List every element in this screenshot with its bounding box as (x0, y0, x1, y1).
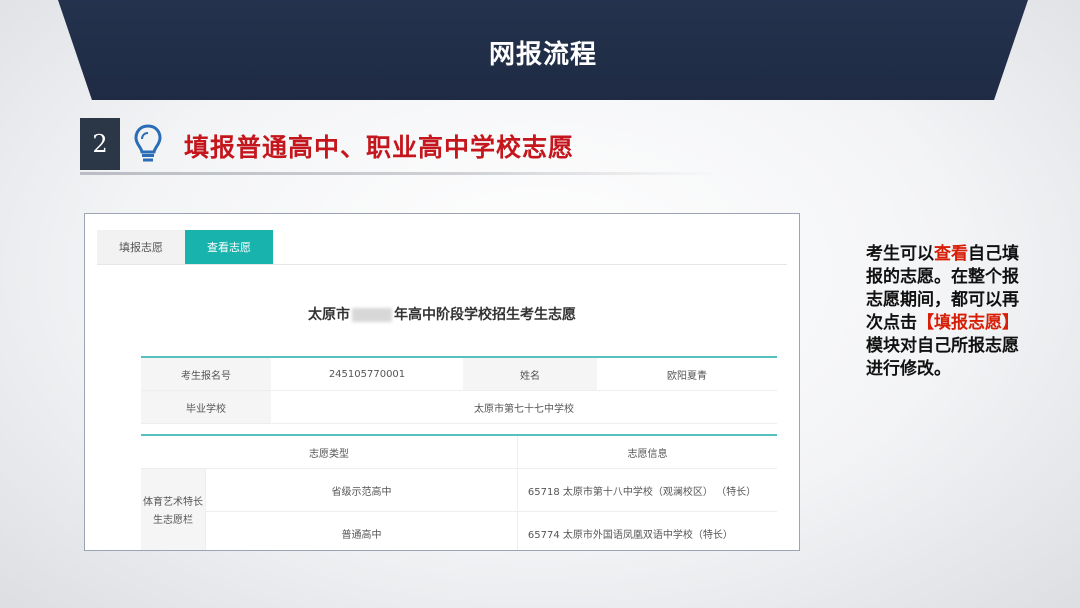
col-type-header: 志愿类型 (141, 435, 518, 469)
tab-divider (97, 264, 787, 265)
choice-type: 普通高中 (205, 511, 518, 550)
lightbulb-icon (126, 118, 170, 170)
step-divider (80, 172, 720, 175)
instruction-note: 考生可以查看自己填报的志愿。在整个报志愿期间，都可以再次点击【填报志愿】模块对自… (866, 243, 1026, 381)
top-banner: 网报流程 (58, 0, 1028, 100)
note-highlight-fill: 【填报志愿】 (917, 313, 1019, 333)
note-text-3: 模块对自己所报志愿进行修改。 (866, 336, 1019, 379)
form-title-prefix: 太原市 (308, 307, 350, 323)
id-label: 考生报名号 (141, 357, 271, 391)
table-row: 考生报名号 245105770001 姓名 欧阳夏青 (141, 357, 777, 391)
id-value: 245105770001 (271, 357, 463, 391)
step-title: 填报普通高中、职业高中学校志愿 (184, 133, 575, 162)
table-row: 体育艺术特长生志愿栏 省级示范高中 65718 太原市第十八中学校（观澜校区） … (141, 468, 777, 550)
tab-bar: 填报志愿 查看志愿 (97, 230, 273, 264)
screenshot-panel: 填报志愿 查看志愿 太原市 年高中阶段学校招生考生志愿 考生报名号 2451057… (84, 213, 800, 551)
name-label: 姓名 (463, 357, 597, 391)
choice-type: 省级示范高中 (205, 468, 518, 512)
school-value: 太原市第七十七中学校 (271, 390, 777, 424)
student-info-table: 考生报名号 245105770001 姓名 欧阳夏青 毕业学校 太原市第七十七中… (141, 356, 777, 424)
note-text-1: 考生可以 (866, 244, 934, 264)
table-row: 普通高中 65774 太原市外国语凤凰双语中学校（特长） (141, 511, 777, 550)
name-value: 欧阳夏青 (597, 357, 777, 391)
choice-info: 65718 太原市第十八中学校（观澜校区） （特长） (517, 468, 777, 512)
note-highlight-view: 查看 (934, 244, 968, 264)
table-header-row: 志愿类型 志愿信息 (141, 435, 777, 469)
form-title: 太原市 年高中阶段学校招生考生志愿 (85, 304, 799, 324)
tab-fill-choices[interactable]: 填报志愿 (97, 230, 185, 264)
choice-info: 65774 太原市外国语凤凰双语中学校（特长） (517, 511, 777, 550)
banner-title: 网报流程 (488, 40, 597, 70)
tab-view-choices[interactable]: 查看志愿 (185, 230, 273, 264)
table-row: 毕业学校 太原市第七十七中学校 (141, 390, 777, 424)
step-number: 2 (80, 118, 120, 170)
choices-table: 志愿类型 志愿信息 体育艺术特长生志愿栏 省级示范高中 65718 太原市第十八… (141, 434, 777, 550)
form-title-suffix: 年高中阶段学校招生考生志愿 (394, 307, 576, 323)
redacted-year (352, 308, 392, 322)
school-label: 毕业学校 (141, 390, 271, 424)
col-info-header: 志愿信息 (517, 435, 777, 469)
category-cell: 体育艺术特长生志愿栏 (141, 468, 206, 550)
